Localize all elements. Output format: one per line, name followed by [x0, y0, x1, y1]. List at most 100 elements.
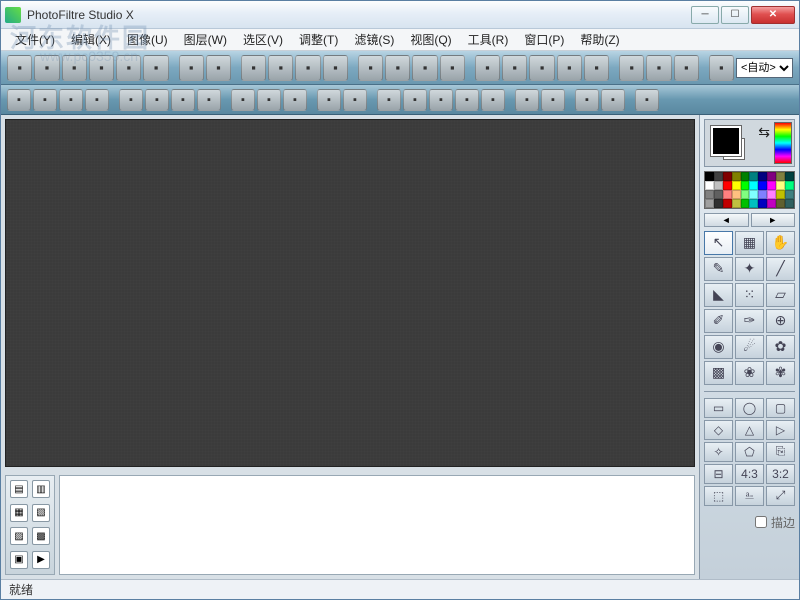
swatch[interactable] [723, 181, 732, 190]
swatch[interactable] [767, 190, 776, 199]
swatch[interactable] [776, 199, 785, 208]
shape-folder[interactable]: ⎘ [766, 442, 795, 462]
tool-retouch[interactable]: ✿ [766, 335, 795, 359]
zoomin-button[interactable]: ▪ [358, 55, 383, 81]
shape-ratio-square[interactable]: ⊟ [704, 464, 733, 484]
tool-fill[interactable]: ◣ [704, 283, 733, 307]
swatch[interactable] [714, 181, 723, 190]
shape-button[interactable]: ▪ [584, 55, 609, 81]
shape-poly[interactable]: ⬠ [735, 442, 764, 462]
palette-next-button[interactable]: ► [751, 213, 796, 227]
sharp2-button[interactable]: ▪ [541, 89, 565, 111]
layer-btn-3[interactable]: ▧ [32, 504, 50, 522]
shape-rect[interactable]: ▭ [704, 398, 733, 418]
color-selector[interactable]: ⇆ [704, 119, 795, 167]
grid-button[interactable]: ▪ [502, 55, 527, 81]
swatch[interactable] [776, 181, 785, 190]
swatch[interactable] [776, 190, 785, 199]
foreground-color[interactable] [711, 126, 741, 156]
shape-triangle[interactable]: △ [735, 420, 764, 440]
tool-wand[interactable]: ✦ [735, 257, 764, 281]
tool-adv-brush[interactable]: ✑ [735, 309, 764, 333]
sat+-button[interactable]: ▪ [197, 89, 221, 111]
tool-brush[interactable]: ✐ [704, 309, 733, 333]
swatch[interactable] [749, 190, 758, 199]
swatch[interactable] [741, 199, 750, 208]
swatch[interactable] [767, 181, 776, 190]
tile2-button[interactable]: ▪ [403, 89, 427, 111]
sat--button[interactable]: ▪ [171, 89, 195, 111]
swatch[interactable] [749, 181, 758, 190]
shape-dashrect[interactable]: ⬚ [704, 486, 733, 506]
open-button[interactable]: ▪ [34, 55, 59, 81]
tool-spray[interactable]: ⁙ [735, 283, 764, 307]
swatch[interactable] [705, 181, 714, 190]
scan-button[interactable]: ▪ [143, 55, 168, 81]
tile1-button[interactable]: ▪ [377, 89, 401, 111]
swatch[interactable] [758, 172, 767, 181]
tool-deform[interactable]: ▩ [704, 361, 733, 385]
swatch[interactable] [714, 190, 723, 199]
swatch[interactable] [732, 172, 741, 181]
swatch[interactable] [767, 172, 776, 181]
shape-lasso[interactable]: ✧ [704, 442, 733, 462]
ruler-button[interactable]: ▪ [475, 55, 500, 81]
copy-button[interactable]: ▪ [241, 55, 266, 81]
canvas-area[interactable] [5, 119, 695, 467]
select-button[interactable]: ▪ [529, 55, 554, 81]
swatch[interactable] [732, 199, 741, 208]
gamma+-button[interactable]: ▪ [145, 89, 169, 111]
menu-选区(V)[interactable]: 选区(V) [235, 29, 291, 50]
shape-ellipse[interactable]: ◯ [735, 398, 764, 418]
shape-expand[interactable]: ⤢ [766, 486, 795, 506]
swatch[interactable] [758, 190, 767, 199]
swatch[interactable] [767, 199, 776, 208]
layer-btn-5[interactable]: ▩ [32, 527, 50, 545]
close-button[interactable]: ✕ [751, 6, 795, 24]
auto--button[interactable]: ▪ [317, 89, 341, 111]
tool-clone[interactable]: ⊕ [766, 309, 795, 333]
tool-blur[interactable]: ◉ [704, 335, 733, 359]
tool-hand[interactable]: ✋ [766, 231, 795, 255]
layer-btn-0[interactable]: ▤ [10, 480, 28, 498]
shape-triangle2[interactable]: ▷ [766, 420, 795, 440]
swatch[interactable] [732, 190, 741, 199]
sharp1-button[interactable]: ▪ [515, 89, 539, 111]
layer-btn-1[interactable]: ▥ [32, 480, 50, 498]
zoomout-button[interactable]: ▪ [385, 55, 410, 81]
menu-滤镜(S)[interactable]: 滤镜(S) [346, 29, 402, 50]
menu-调整(T)[interactable]: 调整(T) [291, 29, 346, 50]
swatch[interactable] [749, 199, 758, 208]
layer-btn-6[interactable]: ▣ [10, 551, 28, 569]
layer-strip[interactable] [59, 475, 695, 575]
fit-button[interactable]: ▪ [323, 55, 348, 81]
menu-图像(U)[interactable]: 图像(U) [119, 29, 176, 50]
layer-btn-4[interactable]: ▨ [10, 527, 28, 545]
swatch[interactable] [749, 172, 758, 181]
tool-line[interactable]: ╱ [766, 257, 795, 281]
swatch[interactable] [785, 172, 794, 181]
more-button[interactable]: ▪ [635, 89, 659, 111]
stroke-checkbox[interactable] [755, 516, 767, 528]
swatch[interactable] [785, 199, 794, 208]
menu-图层(W)[interactable]: 图层(W) [176, 29, 235, 50]
bright--button[interactable]: ▪ [7, 89, 31, 111]
shape-ratio-43[interactable]: 4:3 [735, 464, 764, 484]
redo-button[interactable]: ▪ [206, 55, 231, 81]
hist-button[interactable]: ▪ [231, 89, 255, 111]
menu-帮助(Z)[interactable]: 帮助(Z) [572, 29, 627, 50]
contrast--button[interactable]: ▪ [59, 89, 83, 111]
actual-button[interactable]: ▪ [412, 55, 437, 81]
print-button[interactable]: ▪ [116, 55, 141, 81]
noise1-button[interactable]: ▪ [575, 89, 599, 111]
swatch[interactable] [758, 181, 767, 190]
tool-smudge[interactable]: ☄ [735, 335, 764, 359]
cut-button[interactable]: ▪ [295, 55, 320, 81]
swatch[interactable] [741, 190, 750, 199]
palette-prev-button[interactable]: ◄ [704, 213, 749, 227]
tool-eraser[interactable]: ▱ [766, 283, 795, 307]
undo-button[interactable]: ▪ [179, 55, 204, 81]
new-button[interactable]: ▪ [7, 55, 32, 81]
paste-button[interactable]: ▪ [268, 55, 293, 81]
tile4-button[interactable]: ▪ [455, 89, 479, 111]
